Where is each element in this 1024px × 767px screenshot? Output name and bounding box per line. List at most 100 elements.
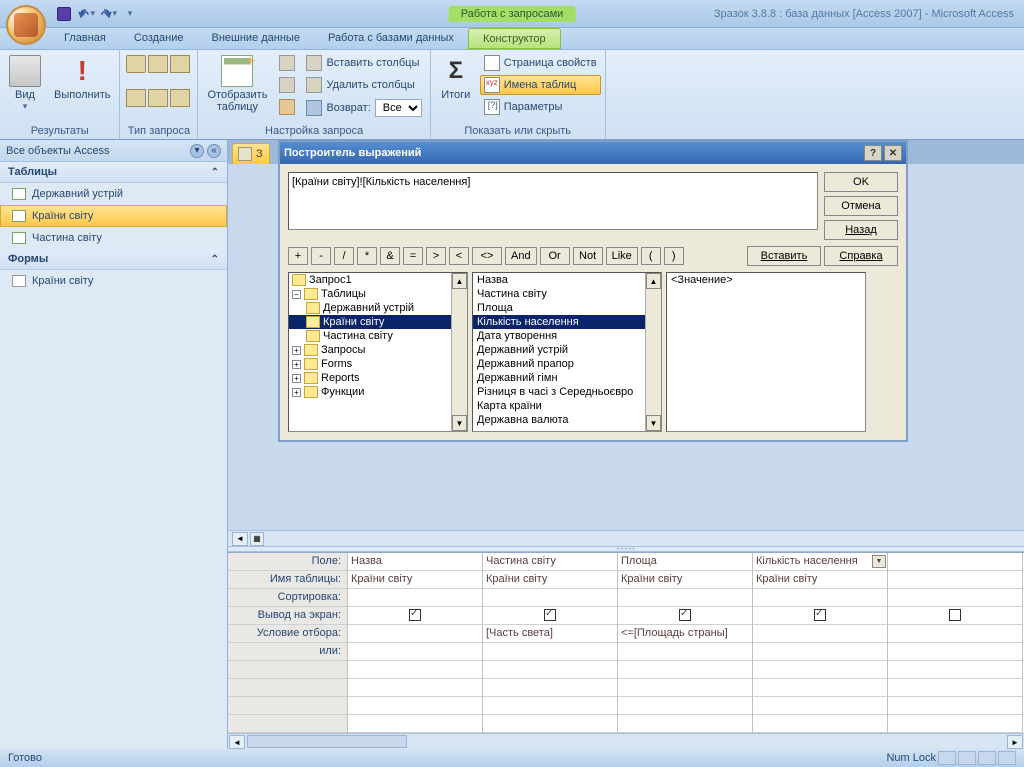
view-datasheet-button[interactable] [938,751,956,765]
navpane-category-tables[interactable]: Таблицы⌃ [0,162,227,183]
operator-button[interactable]: ) [664,247,684,265]
ribbon-tab-3[interactable]: Работа с базами данных [314,28,468,49]
view-button[interactable]: Вид ▾ [4,53,46,114]
view-sql-button[interactable] [958,751,976,765]
navpane-table-item[interactable]: Частина світу [0,227,227,249]
operator-button[interactable]: Or [540,247,570,265]
grid-cell[interactable] [483,589,617,607]
tree-item[interactable]: +Функции [289,385,467,399]
ribbon-tab-4[interactable]: Конструктор [468,28,561,49]
grid-cell[interactable] [888,589,1022,607]
query-update-icon[interactable] [126,89,146,107]
grid-cell[interactable] [753,643,887,661]
back-button[interactable]: Назад [824,220,898,240]
value-item[interactable]: <Значение> [667,273,865,287]
dropdown-icon[interactable]: ▼ [872,555,886,568]
navpane-menu-icon[interactable]: ▾ [190,144,204,158]
grid-cell[interactable] [618,679,752,697]
grid-cell[interactable]: Кількість населення▼ [753,553,887,571]
operator-button[interactable]: <> [472,247,502,265]
grid-cell[interactable] [618,607,752,625]
insert-rows-button[interactable] [275,53,299,73]
qat-customize[interactable]: ▾ [121,5,139,23]
tree-item[interactable]: Запрос1 [289,273,467,287]
query-append-icon[interactable] [148,89,168,107]
operator-button[interactable]: And [505,247,537,265]
grid-cell[interactable] [753,661,887,679]
dialog-help-button[interactable]: ? [864,145,882,161]
grid-cell[interactable]: [Часть света] [483,625,617,643]
grid-cell[interactable] [753,625,887,643]
ok-button[interactable]: OK [824,172,898,192]
grid-cell[interactable] [888,697,1022,715]
operator-button[interactable]: Like [606,247,638,265]
office-button[interactable] [6,5,46,45]
field-item[interactable]: Державний гімн [473,371,661,385]
grid-cell[interactable] [888,625,1022,643]
grid-cell[interactable] [888,553,1022,571]
insert-columns-button[interactable]: Вставить столбцы [302,53,425,73]
grid-cell[interactable]: Площа [618,553,752,571]
navpane-category-forms[interactable]: Формы⌃ [0,249,227,270]
grid-cell[interactable] [348,715,482,733]
field-item[interactable]: Площа [473,301,661,315]
dialog-close-button[interactable]: ✕ [884,145,902,161]
navpane-form-item[interactable]: Країни світу [0,270,227,292]
grid-cell[interactable] [618,715,752,733]
field-item[interactable]: Державний устрій [473,343,661,357]
grid-cell[interactable] [348,679,482,697]
field-item[interactable]: Назва [473,273,661,287]
totals-button[interactable]: Σ Итоги [435,53,477,103]
checkbox[interactable] [544,609,556,621]
tree-item[interactable]: +Reports [289,371,467,385]
field-item[interactable]: Різниця в часі з Середньоєвро [473,385,661,399]
tree-item[interactable]: −Таблицы [289,287,467,301]
delete-columns-button[interactable]: Удалить столбцы [302,75,425,95]
navpane-table-item[interactable]: Державний устрій [0,183,227,205]
grid-cell[interactable] [753,589,887,607]
checkbox[interactable] [814,609,826,621]
grid-cell[interactable] [483,661,617,679]
ribbon-tab-0[interactable]: Главная [50,28,120,49]
dialog-titlebar[interactable]: Построитель выражений ? ✕ [280,142,906,164]
query-crosstab-icon[interactable] [148,55,168,73]
grid-cell[interactable] [888,679,1022,697]
operator-button[interactable]: < [449,247,469,265]
field-item[interactable]: Державна валюта [473,413,661,427]
grid-cell[interactable] [618,643,752,661]
query-maketable-icon[interactable] [170,55,190,73]
query-select-icon[interactable] [126,55,146,73]
tree-item[interactable]: +Запросы [289,343,467,357]
run-button[interactable]: ! Выполнить [49,53,115,103]
grid-cell[interactable] [753,679,887,697]
fields-list[interactable]: НазваЧастина світуПлощаКількість населен… [472,272,662,432]
grid-cell[interactable] [348,697,482,715]
grid-cell[interactable] [888,571,1022,589]
navpane-header[interactable]: Все объекты Access ▾ « [0,140,227,162]
navpane-table-item[interactable]: Країни світу [0,205,227,227]
property-sheet-button[interactable]: Страница свойств [480,53,601,73]
field-item[interactable]: Карта країни [473,399,661,413]
delete-rows-button[interactable] [275,75,299,95]
grid-cell[interactable] [888,661,1022,679]
checkbox[interactable] [679,609,691,621]
field-item[interactable]: Дата утворення [473,329,661,343]
grid-cell[interactable] [348,661,482,679]
category-tree[interactable]: Запрос1 −ТаблицыДержавний устрійКраїни с… [288,272,468,432]
grid-cell[interactable] [348,625,482,643]
grid-cell[interactable] [618,661,752,679]
cancel-button[interactable]: Отмена [824,196,898,216]
grid-cell[interactable] [888,643,1022,661]
grid-cell[interactable] [888,715,1022,733]
parameters-button[interactable]: [?]Параметры [480,97,601,117]
tree-item[interactable]: +Forms [289,357,467,371]
operator-button[interactable]: ( [641,247,661,265]
grid-cell[interactable] [348,607,482,625]
grid-cell[interactable]: Країни світу [753,571,887,589]
show-table-button[interactable]: + Отобразить таблицу [202,53,272,115]
ribbon-tab-2[interactable]: Внешние данные [198,28,314,49]
grid-cell[interactable]: Частина світу [483,553,617,571]
operator-button[interactable]: & [380,247,400,265]
grid-cell[interactable] [618,697,752,715]
hscroll-bottom[interactable]: ◄► [228,733,1024,749]
